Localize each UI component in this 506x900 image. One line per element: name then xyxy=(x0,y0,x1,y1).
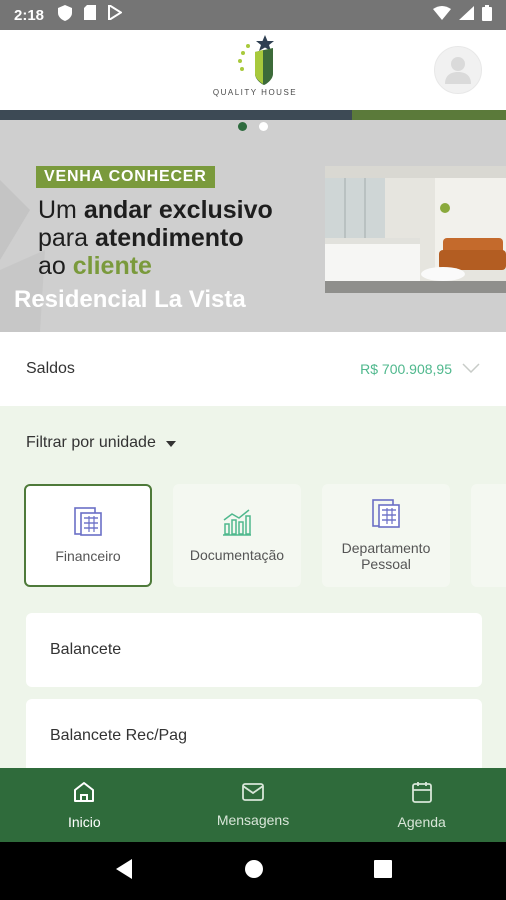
nav-inicio[interactable]: Inicio xyxy=(0,768,169,842)
banner-headline: Um andar exclusivo para atendimento ao c… xyxy=(38,196,273,280)
bottom-navigation: Inicio Mensagens Agenda xyxy=(0,768,506,842)
report-balancete[interactable]: Balancete xyxy=(26,613,482,687)
carousel-dot-1[interactable] xyxy=(238,122,247,131)
header-divider xyxy=(0,110,506,120)
card-label: Financeiro xyxy=(55,548,121,564)
card-documentacao[interactable]: Documentação xyxy=(173,484,301,587)
dropdown-arrow-icon xyxy=(165,434,176,452)
nav-label: Inicio xyxy=(67,813,101,830)
main-content: Filtrar por unidade Financeiro Documenta… xyxy=(0,406,506,768)
shield-icon xyxy=(58,4,73,26)
nav-label: Agenda xyxy=(397,813,446,830)
report-balancete-rec-pag[interactable]: Balancete Rec/Pag xyxy=(26,699,482,768)
report-label: Balancete Rec/Pag xyxy=(50,727,187,744)
nav-agenda[interactable]: Agenda xyxy=(337,768,506,842)
back-icon[interactable] xyxy=(114,858,134,885)
carousel-dot-2[interactable] xyxy=(259,122,268,131)
balance-value: R$ 700.908,95 xyxy=(360,361,452,377)
system-navigation-bar xyxy=(0,842,506,900)
banner-carousel[interactable]: VENHA CONHECER Um andar exclusivo para a… xyxy=(0,120,506,332)
logo-emblem-icon xyxy=(238,35,274,85)
card-departamento-pessoal[interactable]: Departamento Pessoal xyxy=(322,484,450,587)
sd-card-icon xyxy=(84,5,97,25)
balance-label: Saldos xyxy=(26,360,75,377)
status-bar: 2:18 xyxy=(0,0,506,30)
app-header: QUALITY HOUSE xyxy=(0,30,506,110)
chart-icon xyxy=(222,508,252,539)
chevron-down-icon[interactable] xyxy=(462,360,480,378)
banner-photo xyxy=(325,166,506,293)
quality-house-logo: QUALITY HOUSE xyxy=(205,34,305,108)
balance-row[interactable]: Saldos R$ 700.908,95 xyxy=(0,332,506,406)
recents-icon[interactable] xyxy=(374,859,392,883)
category-cards: Financeiro Documentação Departamento Pes… xyxy=(24,484,506,587)
banner-subtitle: Residencial La Vista xyxy=(14,286,246,313)
report-label: Balancete xyxy=(50,641,122,658)
home-button-icon[interactable] xyxy=(244,859,264,884)
battery-icon xyxy=(482,4,492,26)
wifi-icon xyxy=(433,5,451,25)
signal-icon xyxy=(459,5,474,25)
unit-filter-label: Filtrar por unidade xyxy=(26,434,156,451)
logo-text: QUALITY HOUSE xyxy=(212,88,298,97)
nav-mensagens[interactable]: Mensagens xyxy=(169,768,338,842)
card-label: Departamento Pessoal xyxy=(341,540,431,572)
card-financeiro[interactable]: Financeiro xyxy=(24,484,152,587)
spreadsheet-icon xyxy=(74,507,102,540)
card-partial[interactable] xyxy=(471,484,506,587)
mail-icon xyxy=(242,782,264,804)
calendar-icon xyxy=(411,781,432,806)
unit-filter-dropdown[interactable]: Filtrar por unidade xyxy=(26,434,176,452)
spreadsheet-icon xyxy=(372,499,400,532)
carousel-indicator xyxy=(0,122,506,131)
banner-tag: VENHA CONHECER xyxy=(36,166,215,188)
play-store-icon xyxy=(108,3,123,25)
profile-avatar-button[interactable] xyxy=(434,46,482,94)
status-time: 2:18 xyxy=(14,6,45,24)
user-icon xyxy=(445,57,471,84)
home-icon xyxy=(73,781,95,806)
nav-label: Mensagens xyxy=(216,811,290,828)
card-label: Documentação xyxy=(189,547,285,563)
